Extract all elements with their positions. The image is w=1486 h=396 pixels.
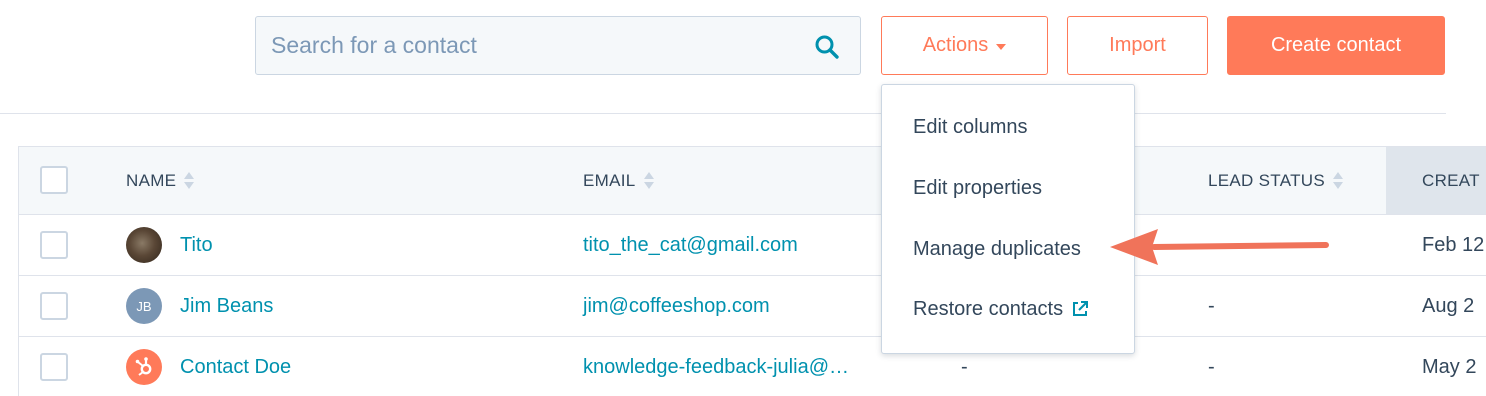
menu-item-label: Edit properties [913, 176, 1042, 199]
column-header-lead-status-label: LEAD STATUS [1208, 170, 1325, 190]
import-button[interactable]: Import [1067, 16, 1208, 75]
column-header-email[interactable]: EMAIL [583, 147, 654, 214]
search-box[interactable] [255, 16, 861, 75]
actions-dropdown-menu: Edit columns Edit properties Manage dupl… [881, 84, 1135, 354]
table-row[interactable]: JB Jim Beans jim@coffeeshop.com - Aug 2 [19, 276, 1486, 337]
create-contact-button-label: Create contact [1270, 34, 1402, 56]
lead-status-value: - [1208, 355, 1215, 378]
select-all-checkbox[interactable] [40, 166, 68, 194]
hubspot-logo-icon [126, 349, 162, 385]
toolbar-divider [0, 113, 1446, 114]
external-link-icon [1073, 301, 1089, 316]
lead-status-value: - [1208, 294, 1215, 317]
row-checkbox[interactable] [40, 292, 68, 320]
import-button-label: Import [1109, 34, 1166, 56]
sort-icon[interactable] [643, 170, 654, 192]
column-header-created-label: CREAT [1422, 170, 1480, 190]
table-header: NAME EMAIL LEAD STATUS CREAT [19, 147, 1486, 215]
menu-item-edit-columns[interactable]: Edit columns [913, 112, 1028, 142]
create-date-value: Aug 2 [1422, 294, 1475, 317]
search-icon[interactable] [814, 34, 840, 60]
menu-item-label: Restore contacts [913, 297, 1064, 320]
row-checkbox[interactable] [40, 353, 68, 381]
column-header-name-label: NAME [126, 170, 177, 190]
column-header-lead-status[interactable]: LEAD STATUS [1208, 147, 1343, 214]
contacts-table: NAME EMAIL LEAD STATUS CREAT Tito tito_t… [18, 146, 1486, 396]
menu-item-label: Manage duplicates [913, 237, 1081, 260]
contact-name-link[interactable]: Tito [180, 215, 213, 275]
sort-icon[interactable] [1332, 170, 1343, 192]
column-header-created[interactable]: CREAT [1386, 147, 1486, 214]
caret-down-icon [996, 44, 1007, 50]
sort-icon[interactable] [184, 170, 195, 192]
create-contact-button[interactable]: Create contact [1227, 16, 1445, 75]
table-row[interactable]: Contact Doe knowledge-feedback-julia@… -… [19, 337, 1486, 396]
avatar [126, 227, 162, 263]
menu-item-edit-properties[interactable]: Edit properties [913, 173, 1042, 203]
contact-email-link[interactable]: tito_the_cat@gmail.com [583, 215, 798, 275]
actions-button[interactable]: Actions [881, 16, 1048, 75]
menu-item-label: Edit columns [913, 115, 1028, 138]
search-input[interactable] [256, 17, 796, 74]
row-checkbox[interactable] [40, 231, 68, 259]
create-date-value: May 2 [1422, 355, 1477, 378]
column-header-email-label: EMAIL [583, 170, 636, 190]
contact-name-link[interactable]: Contact Doe [180, 337, 291, 396]
menu-item-manage-duplicates[interactable]: Manage duplicates [913, 234, 1081, 264]
column-header-name[interactable]: NAME [126, 147, 195, 214]
annotation-arrow [1110, 229, 1329, 265]
contact-email-link[interactable]: knowledge-feedback-julia@… [583, 337, 849, 396]
create-date-value: Feb 12 [1422, 233, 1485, 256]
contact-name-link[interactable]: Jim Beans [180, 276, 273, 336]
actions-button-label: Actions [922, 34, 989, 56]
menu-item-restore-contacts[interactable]: Restore contacts [913, 294, 1090, 324]
contact-email-link[interactable]: jim@coffeeshop.com [583, 276, 770, 336]
avatar: JB [126, 288, 162, 324]
avatar-initials: JB [136, 298, 152, 314]
